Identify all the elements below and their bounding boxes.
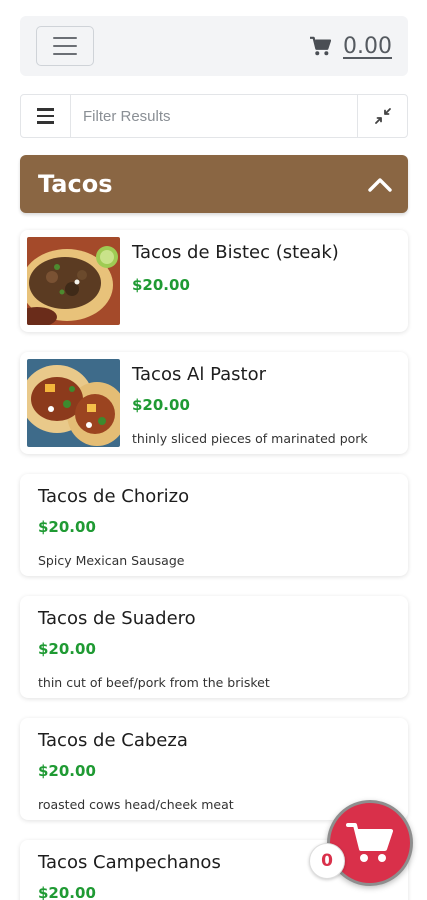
item-name: Tacos de Suadero [38, 608, 196, 629]
item-description: Spicy Mexican Sausage [38, 553, 185, 568]
collapse-all-button[interactable] [357, 95, 407, 137]
hamburger-icon [53, 37, 77, 39]
item-price: $20.00 [132, 396, 190, 414]
menu-item-card[interactable]: Tacos de Suadero $20.00 thin cut of beef… [20, 596, 408, 698]
category-header-tacos[interactable]: Tacos [20, 155, 408, 213]
item-price: $20.00 [38, 518, 96, 536]
item-name: Tacos de Bistec (steak) [132, 242, 339, 263]
item-name: Tacos de Chorizo [38, 486, 190, 507]
cart-icon [310, 36, 332, 56]
filter-bar [20, 94, 408, 138]
menu-button[interactable] [36, 26, 94, 66]
item-price: $20.00 [38, 884, 96, 900]
filter-input[interactable] [71, 95, 357, 137]
item-photo [27, 237, 120, 325]
item-description: thinly sliced pieces of marinated pork [132, 431, 368, 446]
item-description: thin cut of beef/pork from the brisket [38, 675, 270, 690]
filter-menu-button[interactable] [21, 95, 71, 137]
cart-total-amount: 0.00 [343, 33, 392, 59]
item-photo [27, 359, 120, 447]
cart-total-link[interactable]: 0.00 [309, 32, 392, 60]
item-name: Tacos Campechanos [38, 852, 221, 873]
list-icon [37, 108, 54, 111]
item-price: $20.00 [38, 640, 96, 658]
category-title: Tacos [38, 170, 113, 198]
menu-item-card[interactable]: Tacos Al Pastor $20.00 thinly sliced pie… [20, 352, 408, 454]
cart-count-badge: 0 [309, 843, 345, 879]
item-name: Tacos de Cabeza [38, 730, 188, 751]
compress-icon [374, 108, 391, 124]
top-bar: 0.00 [20, 16, 408, 76]
item-price: $20.00 [38, 762, 96, 780]
menu-item-card[interactable]: Tacos de Chorizo $20.00 Spicy Mexican Sa… [20, 474, 408, 576]
item-description: roasted cows head/cheek meat [38, 797, 234, 812]
item-name: Tacos Al Pastor [132, 364, 267, 385]
menu-item-card[interactable]: Tacos de Bistec (steak) $20.00 [20, 230, 408, 332]
cart-icon [346, 823, 393, 862]
chevron-up-icon [368, 178, 392, 192]
item-price: $20.00 [132, 276, 190, 294]
